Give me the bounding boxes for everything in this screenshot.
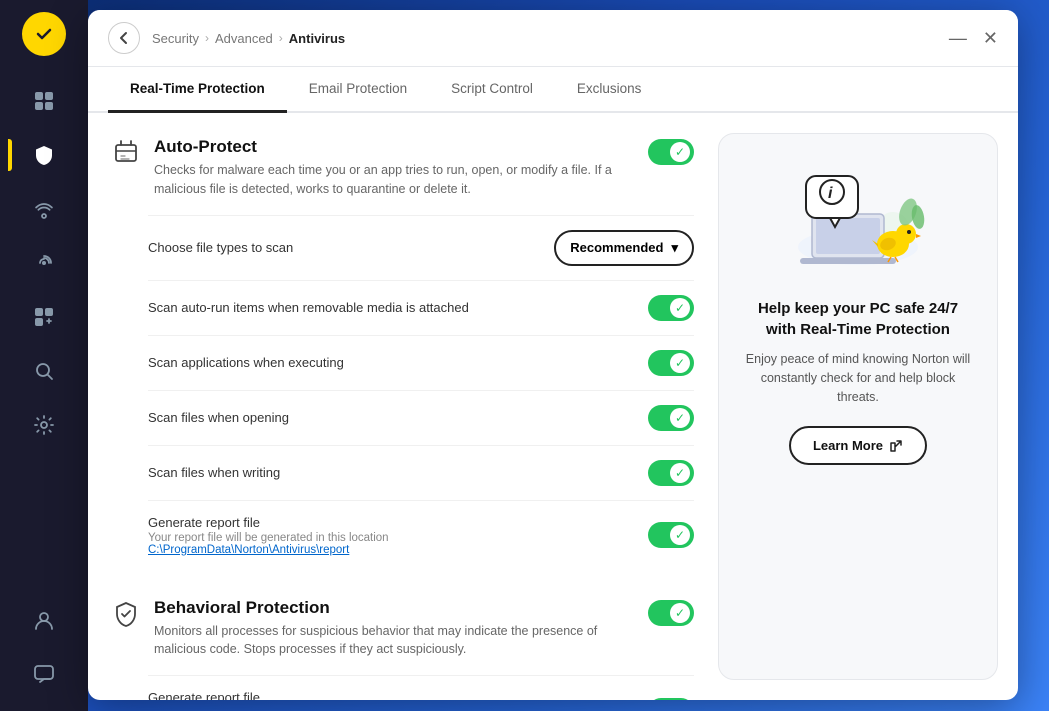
file-types-dropdown[interactable]: Recommended ▾: [554, 230, 694, 266]
writing-label: Scan files when writing: [148, 465, 648, 480]
toggle-check-icon: ✓: [675, 606, 685, 620]
executing-row: Scan applications when executing ✓: [148, 335, 694, 390]
tab-exclusions[interactable]: Exclusions: [555, 67, 664, 113]
toggle-check-icon: ✓: [675, 466, 685, 480]
writing-row: Scan files when writing ✓: [148, 445, 694, 500]
removable-media-row: Scan auto-run items when removable media…: [148, 280, 694, 335]
window-controls: — ✕: [949, 29, 998, 47]
breadcrumb-sep-2: ›: [279, 31, 283, 45]
learn-more-label: Learn More: [813, 438, 883, 453]
breadcrumb-sep-1: ›: [205, 31, 209, 45]
toggle-check-icon: ✓: [675, 528, 685, 542]
bp-report-toggle[interactable]: ✓: [648, 698, 694, 701]
info-card-illustration: i: [778, 162, 938, 282]
external-link-icon: [889, 439, 903, 453]
auto-protect-title: Auto-Protect: [154, 137, 634, 157]
report-file-link[interactable]: C:\ProgramData\Norton\Antivirus\report: [148, 544, 648, 556]
breadcrumb-antivirus: Antivirus: [289, 31, 345, 46]
auto-protect-text: Auto-Protect Checks for malware each tim…: [154, 137, 634, 199]
report-file-toggle[interactable]: ✓: [648, 522, 694, 548]
sidebar-item-chat[interactable]: [16, 649, 72, 699]
behavioral-desc: Monitors all processes for suspicious be…: [154, 622, 634, 660]
tab-real-time[interactable]: Real-Time Protection: [108, 67, 287, 113]
breadcrumb-advanced[interactable]: Advanced: [215, 31, 273, 46]
sidebar-item-search[interactable]: [16, 346, 72, 396]
report-file-text: Generate report file Your report file wi…: [148, 515, 648, 556]
auto-protect-section: Auto-Protect Checks for malware each tim…: [112, 137, 694, 570]
opening-toggle[interactable]: ✓: [648, 405, 694, 431]
learn-more-button[interactable]: Learn More: [789, 426, 927, 465]
executing-toggle[interactable]: ✓: [648, 350, 694, 376]
sidebar-item-security[interactable]: [16, 130, 72, 180]
sidebar-item-dashboard[interactable]: [16, 76, 72, 126]
toggle-check-icon: ✓: [675, 411, 685, 425]
executing-label: Scan applications when executing: [148, 355, 648, 370]
svg-text:i: i: [828, 185, 833, 202]
opening-row: Scan files when opening ✓: [148, 390, 694, 445]
report-file-label: Generate report file: [148, 515, 648, 530]
title-bar: Security › Advanced › Antivirus — ✕: [88, 10, 1018, 67]
sidebar: [0, 0, 88, 711]
auto-protect-toggle[interactable]: ✓: [648, 139, 694, 165]
file-types-row: Choose file types to scan Recommended ▾: [148, 215, 694, 280]
sidebar-item-settings[interactable]: [16, 400, 72, 450]
tab-script[interactable]: Script Control: [429, 67, 555, 113]
behavioral-toggle[interactable]: ✓: [648, 600, 694, 626]
opening-label: Scan files when opening: [148, 410, 648, 425]
bp-report-label: Generate report file: [148, 690, 648, 700]
breadcrumb: Security › Advanced › Antivirus: [152, 31, 345, 46]
info-card-title: Help keep your PC safe 24/7 with Real-Ti…: [743, 298, 973, 340]
info-card-description: Enjoy peace of mind knowing Norton will …: [743, 350, 973, 406]
file-types-label: Choose file types to scan: [148, 240, 554, 255]
main-window: Security › Advanced › Antivirus — ✕ Real…: [88, 10, 1018, 700]
content-area: Auto-Protect Checks for malware each tim…: [88, 113, 1018, 700]
auto-protect-settings: Choose file types to scan Recommended ▾ …: [148, 215, 694, 570]
toggle-check-icon: ✓: [675, 301, 685, 315]
behavioral-settings: Generate report file Your report file wi…: [148, 675, 694, 700]
info-card: i: [718, 133, 998, 680]
report-file-sublabel: Your report file will be generated in th…: [148, 532, 648, 544]
behavioral-header: Behavioral Protection Monitors all proce…: [112, 598, 694, 660]
bp-report-row: Generate report file Your report file wi…: [148, 675, 694, 700]
breadcrumb-security[interactable]: Security: [152, 31, 199, 46]
toggle-check-icon: ✓: [675, 145, 685, 159]
auto-protect-icon: [112, 139, 140, 173]
sidebar-item-fingerprint[interactable]: [16, 238, 72, 288]
sidebar-item-network[interactable]: [16, 184, 72, 234]
auto-protect-desc: Checks for malware each time you or an a…: [154, 161, 634, 199]
auto-protect-header: Auto-Protect Checks for malware each tim…: [112, 137, 694, 199]
file-types-value: Recommended: [570, 240, 663, 255]
sidebar-item-user[interactable]: [16, 595, 72, 645]
report-file-row: Generate report file Your report file wi…: [148, 500, 694, 570]
tab-email[interactable]: Email Protection: [287, 67, 429, 113]
minimize-button[interactable]: —: [949, 29, 967, 47]
writing-toggle[interactable]: ✓: [648, 460, 694, 486]
toggle-check-icon: ✓: [675, 356, 685, 370]
tabs-bar: Real-Time Protection Email Protection Sc…: [88, 67, 1018, 113]
back-button[interactable]: [108, 22, 140, 54]
sidebar-item-add[interactable]: [16, 292, 72, 342]
close-button[interactable]: ✕: [983, 29, 998, 47]
behavioral-icon: [112, 600, 140, 634]
behavioral-section: Behavioral Protection Monitors all proce…: [112, 598, 694, 701]
main-scroll: Auto-Protect Checks for malware each tim…: [88, 113, 718, 700]
removable-media-toggle[interactable]: ✓: [648, 295, 694, 321]
bp-report-text: Generate report file Your report file wi…: [148, 690, 648, 700]
removable-media-label: Scan auto-run items when removable media…: [148, 300, 648, 315]
behavioral-text: Behavioral Protection Monitors all proce…: [154, 598, 634, 660]
chevron-down-icon: ▾: [671, 240, 678, 256]
app-logo: [22, 12, 66, 56]
behavioral-title: Behavioral Protection: [154, 598, 634, 618]
